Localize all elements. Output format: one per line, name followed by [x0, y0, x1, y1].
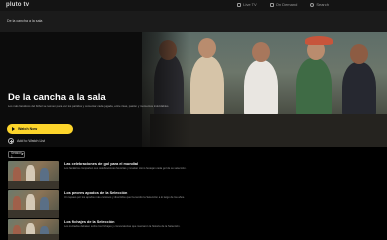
- hero-person-head: [350, 44, 368, 64]
- on-demand-icon: [269, 2, 274, 7]
- add-to-watchlist-button[interactable]: Add to Watch List: [8, 138, 45, 144]
- breadcrumb-bar: De la cancha a la sala: [0, 11, 387, 32]
- plus-icon: [8, 138, 14, 144]
- episode-description: Los fanáticos comparten sus celebracione…: [64, 167, 187, 170]
- nav-search[interactable]: Search: [310, 2, 329, 7]
- episode-thumbnail[interactable]: [8, 219, 59, 240]
- episode-row[interactable]: Los fichajes de la Selección Los invitad…: [0, 219, 387, 240]
- hero-description: Los más fanáticos del fútbol se reúnen p…: [8, 104, 170, 108]
- episode-row[interactable]: Las celebraciones de gol para el mundial…: [0, 161, 387, 189]
- hero-person: [342, 62, 376, 118]
- episode-description: Un repaso por los apodos más curiosos y …: [64, 196, 186, 199]
- nav-on-demand[interactable]: On Demand: [269, 2, 298, 7]
- breadcrumb[interactable]: De la cancha a la sala: [7, 19, 42, 23]
- chevron-down-icon: [21, 152, 24, 156]
- nav-live-tv[interactable]: Live TV: [237, 2, 257, 7]
- episode-title[interactable]: Los fichajes de la Selección: [64, 220, 114, 224]
- episode-title[interactable]: Los peores apodos de la Selección: [64, 191, 127, 195]
- season-label: Season 1: [11, 150, 22, 159]
- episode-title[interactable]: Las celebraciones de gol para el mundial: [64, 162, 138, 166]
- tv-icon: [237, 2, 242, 7]
- hero-person: [296, 58, 332, 118]
- thumbnail-table: [8, 234, 59, 240]
- nav-on-demand-label: On Demand: [275, 2, 298, 7]
- nav-search-label: Search: [316, 2, 329, 7]
- hero-person-head: [252, 42, 270, 62]
- page-title: De la cancha a la sala: [8, 92, 106, 103]
- thumbnail-table: [8, 210, 59, 218]
- watch-now-button[interactable]: Watch Now: [7, 124, 73, 134]
- nav-live-tv-label: Live TV: [243, 2, 257, 7]
- hero-gradient: [120, 32, 190, 147]
- search-icon: [310, 2, 315, 7]
- episode-row[interactable]: Los peores apodos de la Selección Un rep…: [0, 190, 387, 218]
- thumbnail-table: [8, 181, 59, 189]
- top-nav: Live TV On Demand Search: [237, 2, 329, 7]
- brand-logo[interactable]: pluto tv: [6, 2, 29, 8]
- watch-now-label: Watch Now: [18, 127, 38, 131]
- episode-description: Los invitados debaten sobre los fichajes…: [64, 225, 181, 228]
- hero-hat: [305, 36, 333, 45]
- play-icon: [12, 127, 15, 131]
- hero-person-head: [198, 38, 216, 58]
- season-dropdown[interactable]: Season 1: [8, 150, 25, 159]
- hero-person: [244, 60, 278, 118]
- episode-thumbnail[interactable]: [8, 190, 59, 218]
- hero-person: [190, 56, 224, 118]
- top-navigation-bar: pluto tv Live TV On Demand Search: [0, 0, 387, 11]
- episode-thumbnail[interactable]: [8, 161, 59, 189]
- watchlist-label: Add to Watch List: [17, 139, 46, 143]
